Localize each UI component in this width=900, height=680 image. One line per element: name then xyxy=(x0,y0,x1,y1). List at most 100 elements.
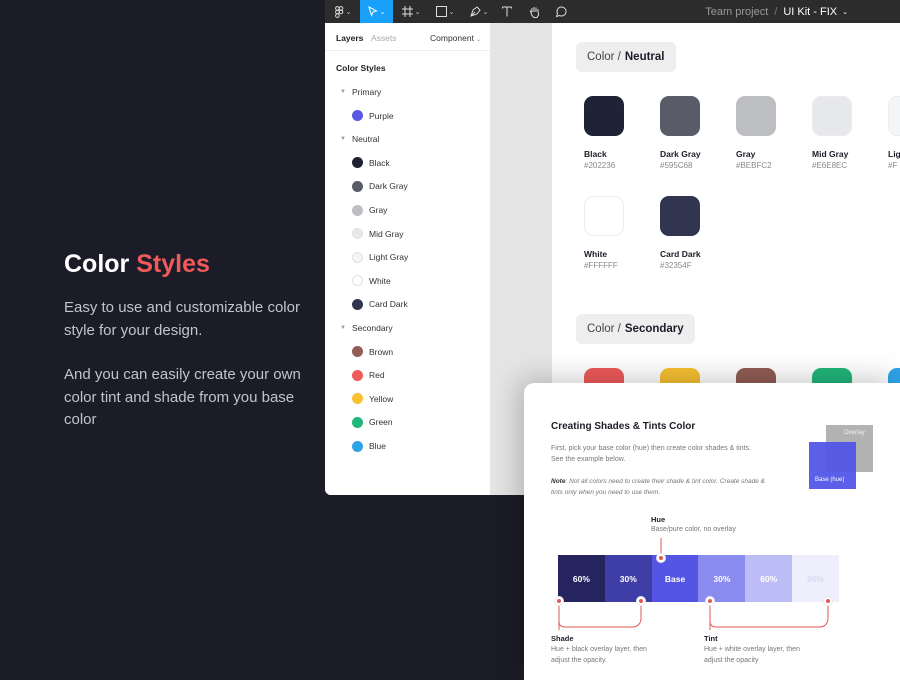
style-item-label: Yellow xyxy=(369,393,394,404)
color-dot xyxy=(352,251,363,263)
swatch-name: Mid Gray xyxy=(812,149,849,159)
tab-assets[interactable]: Assets xyxy=(371,33,397,43)
style-item-yellow[interactable]: Yellow xyxy=(325,391,491,407)
sidebar-tabs: Layers Assets Component ⌄ xyxy=(325,23,490,51)
comment-tool-button[interactable] xyxy=(551,0,571,23)
swatch-hex: #F xyxy=(888,161,898,170)
color-dot xyxy=(352,346,363,358)
swatch-hex: #32354F xyxy=(660,261,692,270)
style-item-label: Card Dark xyxy=(369,299,408,310)
style-item-label: Purple xyxy=(369,110,394,121)
color-dot xyxy=(352,416,363,428)
swatch-name: Card Dark xyxy=(660,249,701,259)
color-dot xyxy=(352,275,363,287)
pen-icon xyxy=(469,6,481,17)
style-item-green[interactable]: Green xyxy=(325,414,491,430)
toolbar: ⌄ ⌄ ⌄ ⌄ ⌄ Team project / UI Kit - FIX ⌄ xyxy=(325,0,900,23)
shade-start-dot xyxy=(557,599,561,603)
style-item-label: Gray xyxy=(369,205,388,215)
tint-bracket xyxy=(709,601,829,628)
swatch-dark-gray[interactable] xyxy=(660,96,700,136)
caret-down-icon[interactable]: ▼ xyxy=(340,325,346,331)
hero-title: Color Styles xyxy=(64,250,314,279)
swatch-card-dark[interactable] xyxy=(660,196,700,236)
swatch-lig[interactable] xyxy=(888,96,900,136)
color-dot xyxy=(352,440,363,452)
neutral-label-prefix: Color / xyxy=(587,51,621,63)
hero-title-accent: Styles xyxy=(136,250,210,278)
shade-caption-text: Hue + black overlay layer, then adjust t… xyxy=(551,646,647,664)
shape-tool-button[interactable]: ⌄ xyxy=(431,0,459,23)
style-item-label: Black xyxy=(369,157,390,168)
caret-down-icon[interactable]: ▼ xyxy=(340,136,346,142)
color-dot xyxy=(352,157,363,169)
frame-tool-button[interactable]: ⌄ xyxy=(397,0,425,23)
tint-start-dot xyxy=(708,599,712,603)
swatch-hex: #E6E8EC xyxy=(812,161,848,170)
color-dot xyxy=(352,393,363,405)
style-group-neutral[interactable]: ▼ Neutral xyxy=(325,131,491,147)
pen-tool-button[interactable]: ⌄ xyxy=(465,0,493,23)
style-group-primary[interactable]: ▼ Primary xyxy=(325,84,491,100)
color-dot xyxy=(352,228,363,240)
style-item-mid-gray[interactable]: Mid Gray xyxy=(325,226,491,242)
style-item-white[interactable]: White xyxy=(325,273,491,289)
style-item-dark-gray[interactable]: Dark Gray xyxy=(325,178,491,194)
shade-caption-title: Shade xyxy=(551,634,574,643)
color-dot xyxy=(352,298,363,310)
hero-title-main: Color xyxy=(64,250,130,278)
color-dot xyxy=(352,204,363,216)
shades-tints-card: Creating Shades & Tints Color First, pic… xyxy=(524,383,900,680)
style-item-red[interactable]: Red xyxy=(325,367,491,383)
style-item-black[interactable]: Black xyxy=(325,155,491,171)
chevron-down-icon: ⌄ xyxy=(475,37,481,43)
page-selector-label: Component xyxy=(430,33,474,43)
breadcrumb-separator: / xyxy=(774,5,778,18)
caret-down-icon[interactable]: ▼ xyxy=(340,89,346,95)
hand-icon xyxy=(529,6,539,18)
shade-bracket xyxy=(558,601,642,628)
page-selector[interactable]: Component ⌄ xyxy=(430,33,481,43)
style-item-blue[interactable]: Blue xyxy=(325,438,491,454)
hue-marker-dot xyxy=(659,556,663,560)
style-item-label: Dark Gray xyxy=(369,181,408,192)
style-item-label: Mid Gray xyxy=(369,228,404,239)
figma-menu-button[interactable]: ⌄ xyxy=(329,0,357,23)
tab-layers[interactable]: Layers xyxy=(336,33,363,43)
color-dot xyxy=(352,110,363,122)
swatch-mid-gray[interactable] xyxy=(812,96,852,136)
swatch-hex: #FFFFFF xyxy=(584,261,618,270)
swatch-name: Black xyxy=(584,149,607,159)
swatch-name: White xyxy=(584,249,608,259)
secondary-label-prefix: Color / xyxy=(587,323,621,335)
comment-icon xyxy=(555,6,567,17)
swatch-black[interactable] xyxy=(584,96,624,136)
swatch-hex: #202236 xyxy=(584,161,616,170)
style-group-secondary[interactable]: ▼ Secondary xyxy=(325,320,491,336)
style-item-gray[interactable]: Gray xyxy=(325,202,491,218)
figma-menu-icon xyxy=(334,5,343,18)
project-breadcrumb[interactable]: Team project / UI Kit - FIX ⌄ xyxy=(705,0,848,23)
move-tool-button[interactable]: ⌄ xyxy=(360,0,393,23)
swatch-white[interactable] xyxy=(584,196,624,236)
frame-icon xyxy=(401,6,413,17)
neutral-section-label[interactable]: Color / Neutral xyxy=(576,42,676,72)
swatch-gray[interactable] xyxy=(736,96,776,136)
hero-paragraph-2: And you can easily create your own color… xyxy=(64,366,301,428)
style-item-brown[interactable]: Brown xyxy=(325,344,491,360)
style-item-light-gray[interactable]: Light Gray xyxy=(325,249,491,265)
style-item-purple[interactable]: Purple xyxy=(325,108,491,124)
style-item-label: Red xyxy=(369,370,385,381)
text-tool-button[interactable] xyxy=(497,0,517,23)
swatch-name: Dark Gray xyxy=(660,149,701,159)
hand-tool-button[interactable] xyxy=(524,0,544,23)
chevron-down-icon[interactable]: ⌄ xyxy=(842,8,848,16)
secondary-section-label[interactable]: Color / Secondary xyxy=(576,314,695,344)
color-dot xyxy=(352,369,363,381)
neutral-label-name: Neutral xyxy=(624,51,665,63)
swatch-name: Lig xyxy=(888,149,900,159)
hero-section: Color Styles Easy to use and customizabl… xyxy=(64,250,314,432)
file-name[interactable]: UI Kit - FIX xyxy=(783,6,837,18)
project-name[interactable]: Team project xyxy=(705,6,768,18)
style-item-card-dark[interactable]: Card Dark xyxy=(325,296,491,312)
